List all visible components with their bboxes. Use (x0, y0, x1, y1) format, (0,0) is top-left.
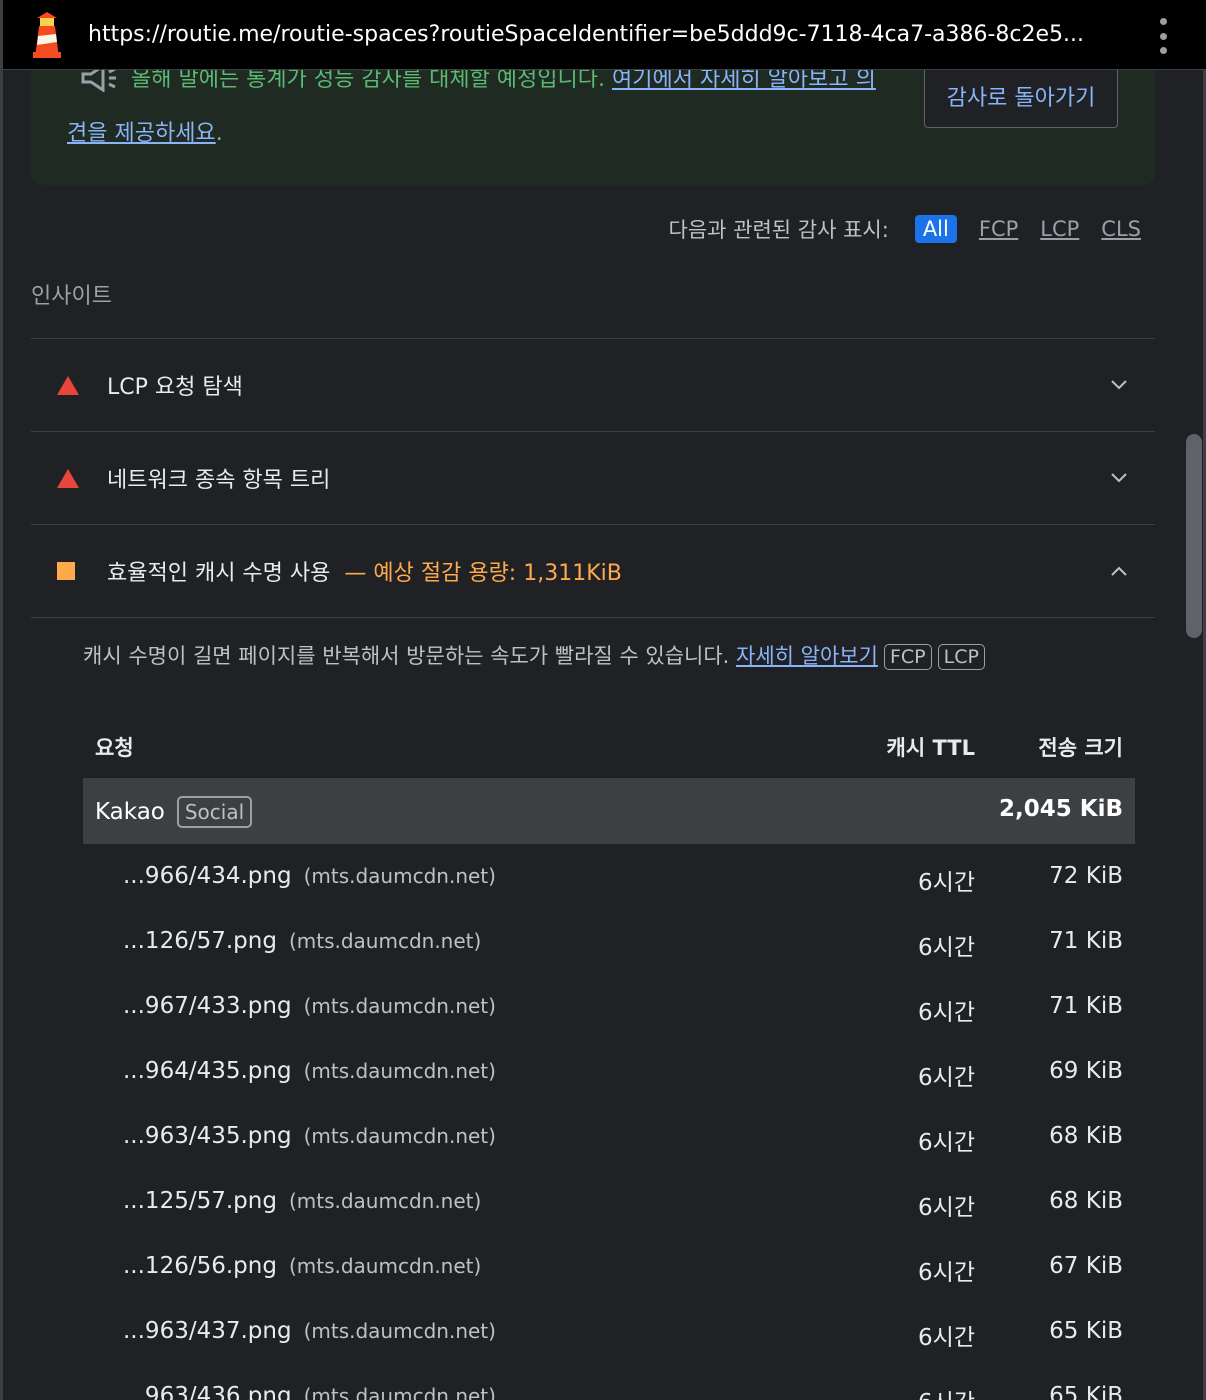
insight-title-text: 효율적인 캐시 수명 사용 (107, 561, 331, 586)
table-row: ...126/56.png (mts.daumcdn.net) 6시간 67 Ki… (83, 1235, 1135, 1300)
average-square-icon (57, 562, 75, 580)
cache-ttl: 6시간 (918, 1130, 975, 1156)
notice-text-body: 올해 말에는 통계가 성능 감사를 대체할 예정입니다. (131, 67, 612, 91)
request-url[interactable]: ...125/57.png (mts.daumcdn.net) (123, 1188, 481, 1214)
insight-cache-lifetimes[interactable]: 효율적인 캐시 수명 사용 — 예상 절감 용량: 1,311KiB (31, 524, 1155, 617)
column-header-cache-ttl: 캐시 TTL (886, 736, 975, 760)
transfer-size: 68 KiB (1049, 1188, 1123, 1214)
cache-ttl: 6시간 (918, 870, 975, 896)
request-list: ...966/434.png (mts.daumcdn.net) 6시간 72 K… (83, 845, 1135, 1400)
request-url[interactable]: ...963/435.png (mts.daumcdn.net) (123, 1123, 496, 1149)
table-row: ...964/435.png (mts.daumcdn.net) 6시간 69 K… (83, 1040, 1135, 1105)
request-origin: (mts.daumcdn.net) (303, 1384, 496, 1400)
cache-ttl: 6시간 (918, 1260, 975, 1286)
table-header: 요청 캐시 TTL 전송 크기 (83, 722, 1135, 772)
request-origin: (mts.daumcdn.net) (303, 1319, 496, 1343)
filter-chip-cls[interactable]: CLS (1101, 215, 1141, 243)
notice-period: . (215, 121, 223, 146)
insight-title: LCP 요청 탐색 (107, 375, 243, 400)
cache-ttl: 6시간 (918, 1325, 975, 1351)
estimated-savings: — 예상 절감 용량: 1,311KiB (344, 561, 622, 586)
request-url[interactable]: ...126/57.png (mts.daumcdn.net) (123, 928, 481, 954)
transfer-size: 71 KiB (1049, 993, 1123, 1019)
notice-link-part1[interactable]: 여기에서 자세히 알아보고 의 (612, 67, 876, 91)
cache-ttl: 6시간 (918, 1195, 975, 1221)
back-to-audits-button[interactable]: 감사로 돌아가기 (924, 64, 1118, 128)
filter-chip-fcp[interactable]: FCP (979, 215, 1018, 243)
transfer-size: 68 KiB (1049, 1123, 1123, 1149)
notice-text-line2: 견을 제공하세요. (67, 115, 223, 147)
notice-link-part2[interactable]: 견을 제공하세요 (67, 121, 216, 146)
table-row: ...966/434.png (mts.daumcdn.net) 6시간 72 K… (83, 845, 1135, 910)
transfer-size: 65 KiB (1049, 1318, 1123, 1344)
insights-heading: 인사이트 (31, 284, 112, 309)
lighthouse-logo-icon (33, 12, 61, 58)
filter-chip-all[interactable]: All (914, 215, 957, 243)
audit-filter: 다음과 관련된 감사 표시: All FCP LCP CLS (668, 212, 1141, 246)
insight-network-dependency-tree[interactable]: 네트워크 종속 항목 트리 (31, 431, 1155, 524)
chevron-down-icon[interactable] (1111, 380, 1127, 390)
column-header-request: 요청 (95, 736, 134, 760)
request-url[interactable]: ...967/433.png (mts.daumcdn.net) (123, 993, 496, 1019)
entity-name-text: Kakao (95, 799, 165, 825)
cache-ttl: 6시간 (918, 1065, 975, 1091)
transfer-size: 71 KiB (1049, 928, 1123, 954)
filter-chip-lcp[interactable]: LCP (1040, 215, 1079, 243)
transfer-size: 65 KiB (1049, 1383, 1123, 1400)
page-url[interactable]: https://routie.me/routie-spaces?routieSp… (88, 22, 1128, 47)
request-url[interactable]: ...963/437.png (mts.daumcdn.net) (123, 1318, 496, 1344)
table-row: ...125/57.png (mts.daumcdn.net) 6시간 68 Ki… (83, 1170, 1135, 1235)
transfer-size: 72 KiB (1049, 863, 1123, 889)
column-header-transfer-size: 전송 크기 (1038, 736, 1123, 760)
entity-total-size: 2,045 KiB (999, 796, 1123, 822)
description-text: 캐시 수명이 길면 페이지를 반복해서 방문하는 속도가 빨라질 수 있습니다. (83, 644, 737, 668)
metric-tag-lcp: LCP (937, 644, 985, 670)
table-row: ...963/435.png (mts.daumcdn.net) 6시간 68 K… (83, 1105, 1135, 1170)
table-row: ...963/436.png(mts.daumcdn.net) 6시간 65 K… (83, 1365, 1135, 1400)
request-origin: (mts.daumcdn.net) (303, 1059, 496, 1083)
filter-label: 다음과 관련된 감사 표시: (668, 218, 889, 242)
table-row: ...126/57.png (mts.daumcdn.net) 6시간 71 Ki… (83, 910, 1135, 975)
request-url[interactable]: ...963/436.png (mts.daumcdn.net) (123, 1383, 496, 1400)
metric-tag-fcp: FCP (883, 644, 932, 670)
entity-category-badge: Social (176, 796, 253, 828)
learn-more-link[interactable]: 자세히 알아보기 (736, 644, 878, 668)
address-bar: https://routie.me/routie-spaces?routieSp… (3, 0, 1206, 70)
chevron-down-icon[interactable] (1111, 473, 1127, 483)
scrollbar-thumb[interactable] (1186, 434, 1202, 638)
entity-group-row: Kakao Social 2,045 KiB (83, 778, 1135, 844)
entity-name: Kakao Social (95, 796, 253, 828)
table-row: ...963/437.png (mts.daumcdn.net) 6시간 65 K… (83, 1300, 1135, 1365)
request-origin: (mts.daumcdn.net) (288, 1189, 482, 1213)
insight-description: 캐시 수명이 길면 페이지를 반복해서 방문하는 속도가 빨라질 수 있습니다.… (83, 640, 985, 670)
request-origin: (mts.daumcdn.net) (303, 864, 496, 888)
request-url[interactable]: ...966/434.png (mts.daumcdn.net) (123, 863, 496, 889)
cache-ttl: 6시간 (918, 1000, 975, 1026)
more-options-icon[interactable] (1153, 18, 1173, 54)
fail-triangle-icon (57, 468, 79, 488)
transfer-size: 69 KiB (1049, 1058, 1123, 1084)
insight-title: 네트워크 종속 항목 트리 (107, 468, 331, 493)
transfer-size: 67 KiB (1049, 1253, 1123, 1279)
chevron-up-icon[interactable] (1111, 566, 1127, 576)
cache-ttl: 6시간 (918, 935, 975, 961)
request-origin: (mts.daumcdn.net) (288, 929, 482, 953)
table-row: ...967/433.png (mts.daumcdn.net) 6시간 71 K… (83, 975, 1135, 1040)
request-origin: (mts.daumcdn.net) (288, 1254, 482, 1278)
request-origin: (mts.daumcdn.net) (303, 1124, 496, 1148)
insight-lcp-request-discovery[interactable]: LCP 요청 탐색 (31, 338, 1155, 431)
request-url[interactable]: ...126/56.png (mts.daumcdn.net) (123, 1253, 481, 1279)
request-url[interactable]: ...964/435.png (mts.daumcdn.net) (123, 1058, 496, 1084)
fail-triangle-icon (57, 375, 79, 395)
insight-title: 효율적인 캐시 수명 사용 — 예상 절감 용량: 1,311KiB (107, 555, 622, 587)
lighthouse-report-window: 올해 말에는 통계가 성능 감사를 대체할 예정입니다. 여기에서 자세히 알아… (0, 0, 1206, 1400)
cache-ttl: 6시간 (918, 1383, 975, 1400)
divider (31, 617, 1155, 618)
request-origin: (mts.daumcdn.net) (303, 994, 496, 1018)
